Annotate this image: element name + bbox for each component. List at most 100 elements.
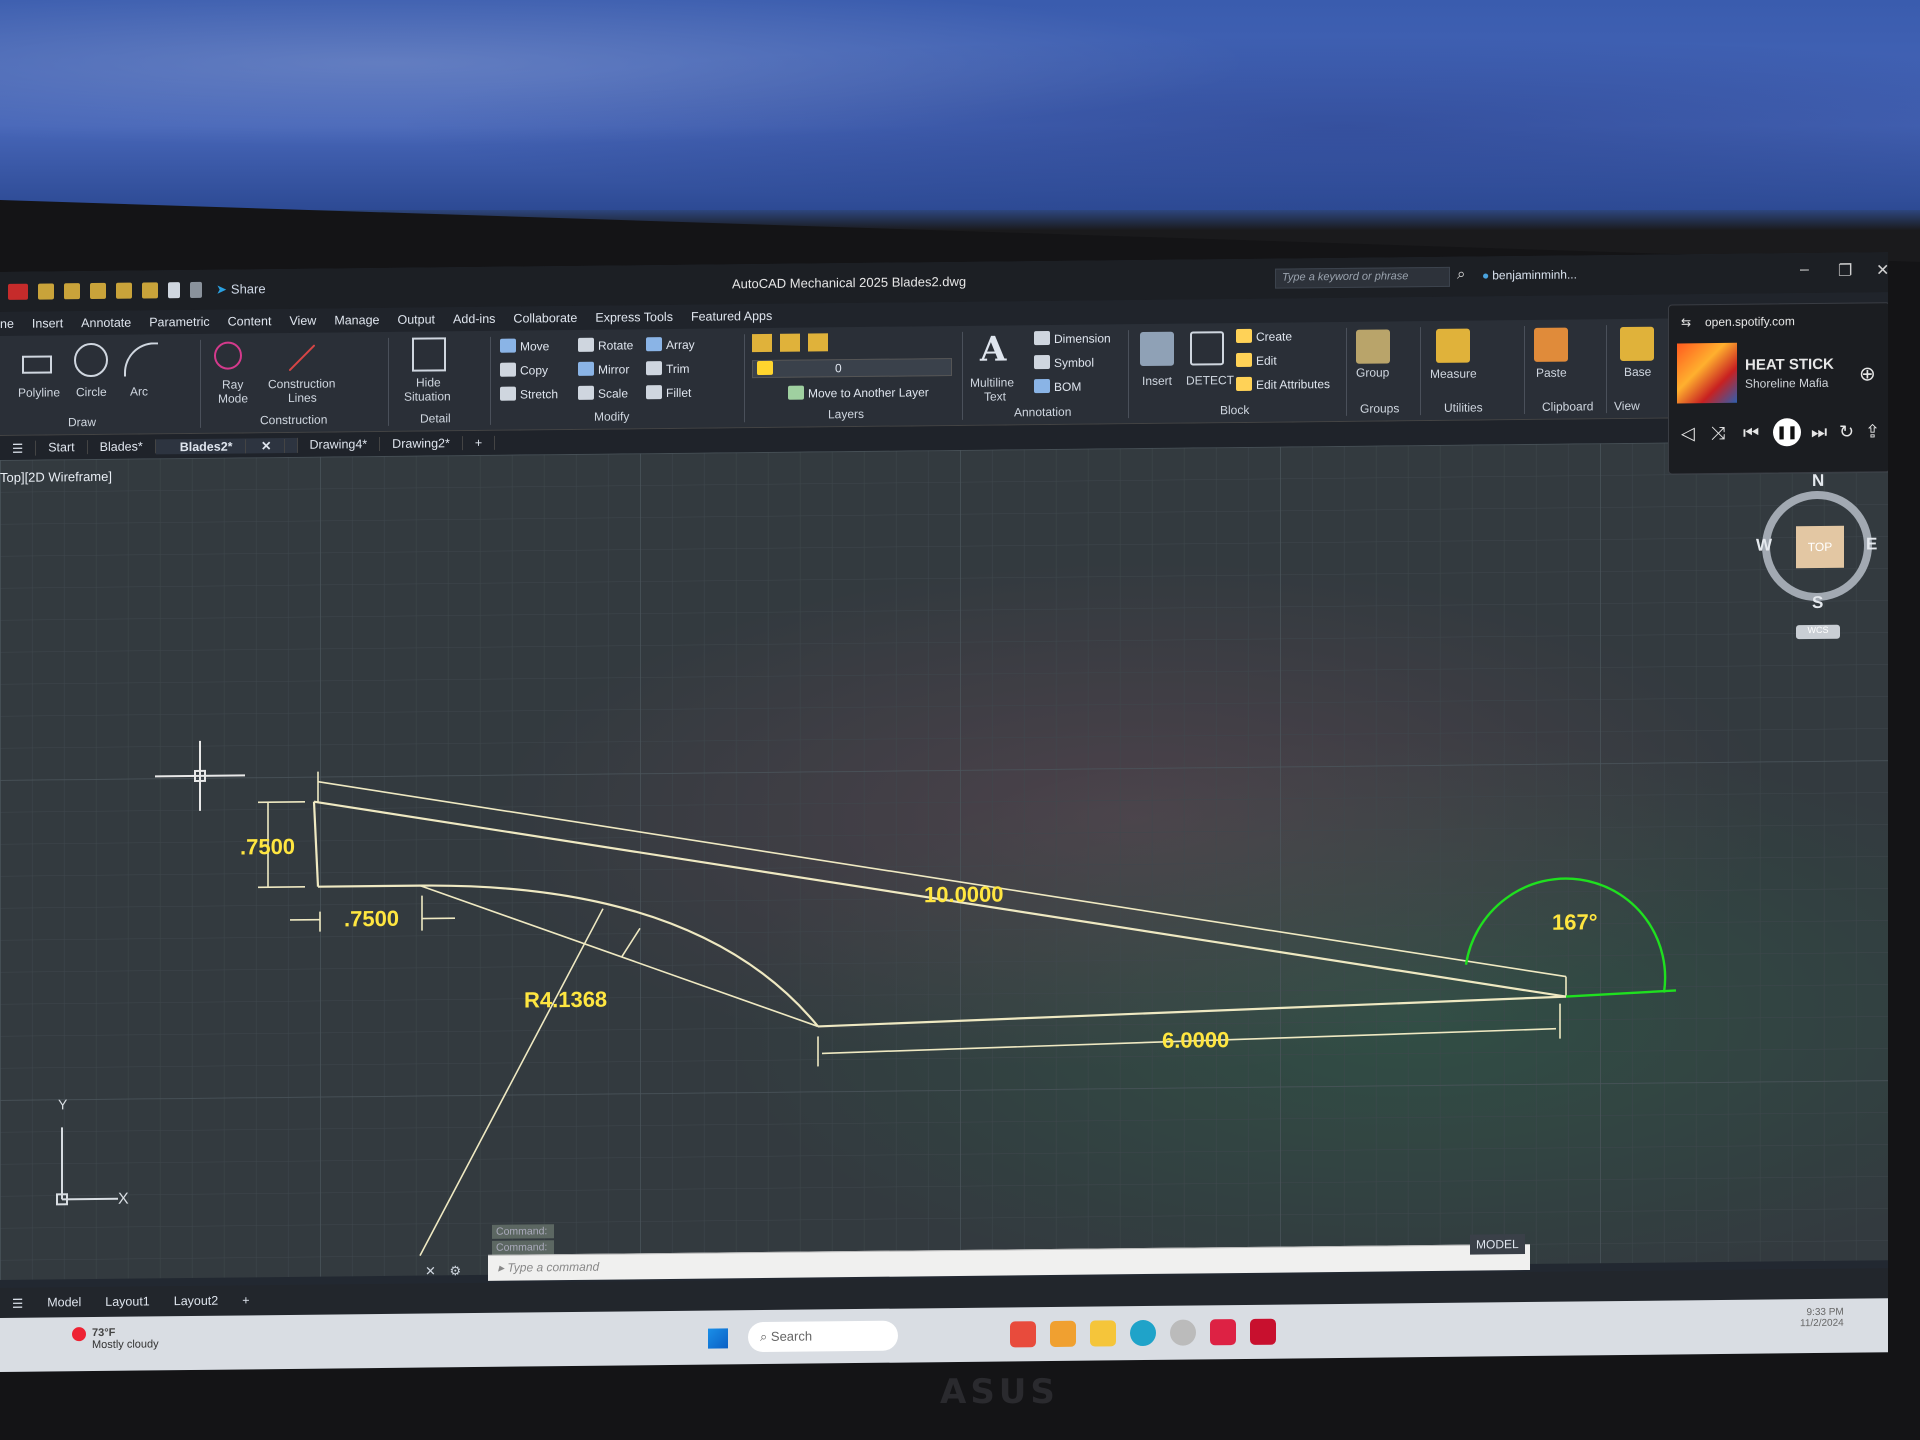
close-command-icon[interactable]: ✕ bbox=[425, 1263, 436, 1278]
edit-block-button[interactable]: Edit bbox=[1236, 352, 1277, 368]
compass-east[interactable]: E bbox=[1866, 534, 1877, 554]
bom-button[interactable]: BOM bbox=[1034, 379, 1081, 394]
tab-content[interactable]: Content bbox=[219, 314, 281, 329]
new-tab-icon[interactable]: + bbox=[462, 435, 496, 451]
scale-button[interactable]: Scale bbox=[578, 385, 628, 401]
group-button[interactable]: Group bbox=[1356, 365, 1389, 379]
edit-attributes-button[interactable]: Edit Attributes bbox=[1236, 376, 1330, 392]
file-tab-drawing4[interactable]: Drawing4* bbox=[297, 437, 381, 452]
tab-output[interactable]: Output bbox=[389, 312, 445, 327]
pause-icon[interactable]: ❚❚ bbox=[1773, 418, 1801, 447]
windows-start-icon[interactable] bbox=[708, 1328, 728, 1349]
autocad-icon[interactable] bbox=[1250, 1318, 1276, 1345]
layer-dropdown[interactable]: 0 bbox=[752, 358, 952, 379]
construction-lines-button[interactable]: Construction bbox=[268, 376, 335, 391]
shuffle-icon[interactable]: ⤨ bbox=[1711, 423, 1725, 444]
open-file-icon[interactable] bbox=[64, 283, 80, 300]
app-menu-button[interactable] bbox=[8, 283, 28, 300]
minimize-icon[interactable]: – bbox=[1800, 261, 1809, 279]
tab-insert[interactable]: Insert bbox=[23, 316, 72, 331]
add-layout-icon[interactable]: + bbox=[230, 1293, 261, 1307]
polyline-button[interactable]: Polyline bbox=[18, 385, 60, 399]
close-icon[interactable]: ✕ bbox=[1876, 260, 1888, 280]
base-view-button[interactable]: Base bbox=[1624, 365, 1651, 379]
volume-icon[interactable]: ◁ bbox=[1681, 423, 1695, 444]
search-icon[interactable]: ⌕ bbox=[1457, 266, 1465, 283]
compass-south[interactable]: S bbox=[1812, 593, 1823, 613]
new-file-icon[interactable] bbox=[38, 283, 54, 300]
hide-situation-button[interactable]: Hide bbox=[416, 375, 441, 389]
fillet-button[interactable]: Fillet bbox=[646, 385, 691, 400]
symbol-button[interactable]: Symbol bbox=[1034, 355, 1094, 371]
viewcube-top-face[interactable]: TOP bbox=[1796, 525, 1844, 569]
tab-home[interactable]: ne bbox=[0, 317, 23, 331]
share-out-icon[interactable]: ⇪ bbox=[1865, 421, 1880, 442]
paste-button[interactable]: Paste bbox=[1536, 366, 1567, 380]
edge-icon[interactable] bbox=[1130, 1319, 1156, 1347]
model-space-indicator[interactable]: MODEL bbox=[1470, 1234, 1525, 1255]
close-tab-icon[interactable]: ✕ bbox=[249, 438, 285, 453]
redo-icon[interactable] bbox=[190, 281, 202, 299]
layout-tab-layout2[interactable]: Layout2 bbox=[162, 1294, 230, 1309]
create-block-button[interactable]: Create bbox=[1236, 328, 1292, 344]
drawing-canvas[interactable]: .7500 .7500 10.0000 6.0000 R4.1368 167° … bbox=[0, 440, 1888, 1281]
measure-button[interactable]: Measure bbox=[1430, 367, 1477, 381]
share-button[interactable]: ➤ Share bbox=[216, 281, 266, 298]
layout-tab-model[interactable]: Model bbox=[35, 1295, 93, 1310]
circle-button[interactable]: Circle bbox=[76, 385, 107, 399]
tab-express-tools[interactable]: Express Tools bbox=[586, 310, 682, 325]
next-icon[interactable]: ⏭ bbox=[1811, 422, 1827, 443]
help-search-input[interactable]: Type a keyword or phrase bbox=[1275, 266, 1450, 289]
detect-button[interactable]: DETECT bbox=[1186, 373, 1234, 388]
mirror-button[interactable]: Mirror bbox=[578, 361, 629, 377]
file-explorer-icon[interactable] bbox=[1090, 1320, 1116, 1347]
user-account[interactable]: ● benjaminminh... bbox=[1482, 267, 1577, 282]
copy-button[interactable]: Copy bbox=[500, 362, 548, 378]
file-tab-blades[interactable]: Blades* bbox=[87, 439, 156, 455]
tab-annotate[interactable]: Annotate bbox=[72, 316, 140, 331]
array-button[interactable]: Array bbox=[646, 337, 695, 353]
undo-icon[interactable] bbox=[168, 282, 180, 299]
file-tab-blades2[interactable]: Blades2* ✕ bbox=[155, 437, 298, 454]
plot-icon[interactable] bbox=[142, 282, 158, 299]
wcs-menu[interactable]: WCS bbox=[1796, 624, 1840, 640]
tab-collaborate[interactable]: Collaborate bbox=[504, 311, 586, 326]
repeat-icon[interactable]: ↻ bbox=[1839, 422, 1854, 443]
customize-icon[interactable]: ⚙ bbox=[450, 1263, 462, 1278]
restore-icon[interactable]: ❐ bbox=[1838, 261, 1852, 281]
tab-manage[interactable]: Manage bbox=[325, 313, 388, 328]
taskbar-search[interactable]: ⌕ Search bbox=[748, 1320, 898, 1353]
menu-icon[interactable]: ☰ bbox=[0, 1295, 35, 1310]
tab-parametric[interactable]: Parametric bbox=[140, 315, 218, 330]
move-to-another-layer-button[interactable]: Move to Another Layer bbox=[788, 384, 929, 401]
viewport-controls[interactable]: Top][2D Wireframe] bbox=[0, 469, 112, 485]
swap-icon[interactable]: ⇆ bbox=[1681, 315, 1691, 329]
layer-tools-icons[interactable] bbox=[752, 332, 952, 353]
tab-featured-apps[interactable]: Featured Apps bbox=[682, 309, 781, 324]
chrome-icon[interactable] bbox=[1010, 1321, 1036, 1348]
app-icon[interactable] bbox=[1170, 1319, 1196, 1346]
compass-west[interactable]: W bbox=[1756, 535, 1772, 555]
multiline-text-button[interactable]: Multiline bbox=[970, 375, 1014, 389]
rotate-button[interactable]: Rotate bbox=[578, 337, 633, 353]
save-icon[interactable] bbox=[90, 282, 106, 300]
ray-button[interactable]: Ray bbox=[222, 377, 243, 391]
compass-north[interactable]: N bbox=[1812, 471, 1824, 491]
add-icon[interactable]: ⊕ bbox=[1859, 361, 1876, 386]
system-clock[interactable]: 9:33 PM 11/2/2024 bbox=[1800, 1307, 1844, 1329]
save-as-icon[interactable] bbox=[116, 282, 132, 299]
dimension-button[interactable]: Dimension bbox=[1034, 330, 1111, 346]
previous-icon[interactable]: ⏮ bbox=[1743, 423, 1759, 444]
trim-button[interactable]: Trim bbox=[646, 361, 690, 376]
file-tab-drawing2[interactable]: Drawing2* bbox=[380, 436, 463, 452]
menu-icon[interactable]: ☰ bbox=[0, 440, 37, 456]
insert-block-button[interactable]: Insert bbox=[1142, 374, 1172, 388]
layout-tab-layout1[interactable]: Layout1 bbox=[93, 1294, 161, 1309]
stretch-button[interactable]: Stretch bbox=[500, 386, 558, 402]
tab-add-ins[interactable]: Add-ins bbox=[444, 312, 504, 327]
weather-widget[interactable]: 73°F Mostly cloudy bbox=[92, 1326, 159, 1351]
app-icon[interactable] bbox=[1050, 1320, 1076, 1348]
arc-button[interactable]: Arc bbox=[130, 384, 148, 398]
tab-view[interactable]: View bbox=[280, 314, 325, 328]
snipping-tool-icon[interactable] bbox=[1210, 1319, 1236, 1346]
